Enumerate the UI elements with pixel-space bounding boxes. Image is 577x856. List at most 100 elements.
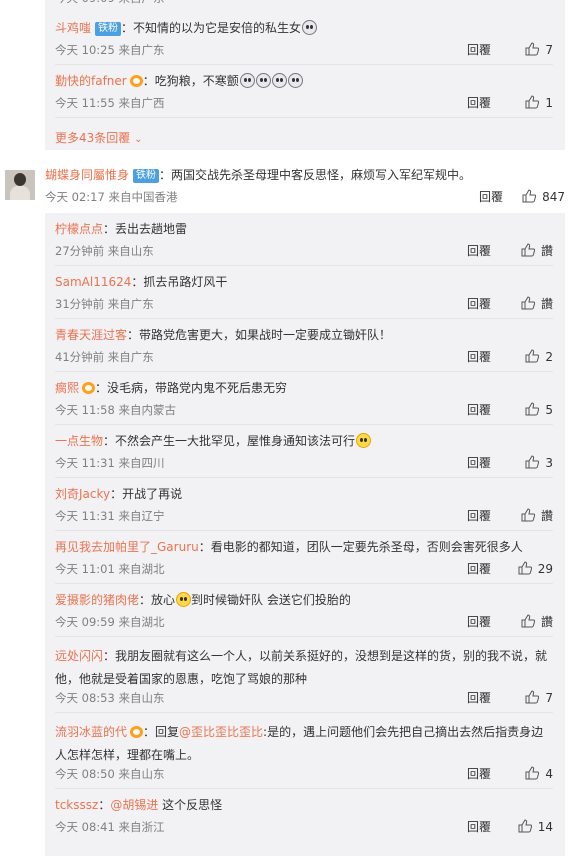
reply-line: 爱摄影的猪肉佬：放心 到时候锄奸队 会送它们投胎的 [55, 592, 351, 608]
reply-button[interactable]: 回覆 [467, 690, 491, 706]
thumbs-up-emoji-icon [356, 433, 372, 448]
reply-line: 瘸熙 ：没毛病，带路党内鬼不死后患无穷 [55, 380, 287, 396]
reply-button[interactable]: 回覆 [479, 189, 503, 205]
divider [55, 583, 553, 584]
comment-thread: 今天 09:09 来自广东 斗鸡嗤铁粉：不知情的以为它是安倍的私生女 今天 10… [0, 0, 577, 856]
like-count: 讚 [540, 244, 553, 258]
reply-meta: 今天 10:25 来自广东 [55, 43, 165, 57]
like-button[interactable]: 讚 [511, 296, 553, 312]
reply-text: ：不知情的以为它是安倍的私生女 [121, 21, 302, 35]
like-button[interactable]: 讚 [511, 243, 553, 259]
reply-text: ：看电影的都知道，团队一定要先杀圣母，否则会害死很多人 [198, 540, 523, 554]
divider [55, 636, 553, 637]
reply-username[interactable]: SamAl11624 [55, 275, 131, 289]
reply-username[interactable]: 柠檬点点 [55, 222, 103, 236]
mention-link[interactable]: @歪比歪比歪比 [179, 725, 263, 739]
previous-replies-panel: 今天 09:09 来自广东 斗鸡嗤铁粉：不知情的以为它是安倍的私生女 今天 10… [45, 0, 565, 150]
reply-username[interactable]: 流羽冰蓝的代 [55, 725, 127, 739]
mention-link[interactable]: @胡锡进 [110, 798, 158, 812]
reply-button[interactable]: 回覆 [467, 296, 491, 312]
thumbs-up-icon [521, 614, 535, 628]
divider [55, 477, 553, 478]
more-replies-link[interactable]: 更多43条回覆 ⌄ [55, 129, 143, 146]
fan-badge: 铁粉 [133, 169, 160, 183]
divider [55, 712, 553, 713]
reply-button[interactable]: 回覆 [467, 42, 491, 58]
thumbs-up-icon [522, 189, 537, 203]
divider [55, 424, 553, 425]
reply-username[interactable]: 斗鸡嗤 [55, 21, 91, 35]
reply-button[interactable]: 回覆 [467, 349, 491, 365]
like-button[interactable]: 1 [511, 95, 553, 111]
reply-line: 青春天涯过客：带路党危害更大，如果战时一定要成立锄奸队！ [55, 327, 391, 343]
like-count: 1 [545, 96, 553, 110]
like-button[interactable]: 5 [511, 402, 553, 418]
reply-text-continued: 这个反思怪 [158, 798, 223, 812]
like-button[interactable]: 讚 [511, 614, 553, 630]
reply-button[interactable]: 回覆 [467, 455, 491, 471]
reply-meta: 41分钟前 来自广东 [55, 350, 154, 364]
like-count: 5 [545, 403, 553, 417]
like-button[interactable]: 847 [522, 189, 565, 205]
main-comment-text: 蝴蝶身同屬惟身 铁粉 ：两国交战先杀圣母理中客反思怪，麻烦写入军纪军规中。 [45, 167, 471, 183]
reply-meta: 今天 11:31 来自四川 [55, 456, 165, 470]
reply-button[interactable]: 回覆 [467, 95, 491, 111]
like-button[interactable]: 7 [511, 690, 553, 706]
reply-username[interactable]: 青春天涯过客 [55, 328, 127, 342]
reply-meta: 今天 09:59 来自湖北 [55, 615, 165, 629]
replies-panel: 柠檬点点：丢出去趟地雷 27分钟前 来自山东 回覆讚 SamAl11624：抓去吊路灯… [45, 213, 565, 856]
reply-button[interactable]: 回覆 [467, 614, 491, 630]
reply-username[interactable]: 一点生物 [55, 434, 103, 448]
reply-line: 流羽冰蓝的代 ：回复@歪比歪比歪比:是的，遇上问题他们会先把自己摘出去然后指责身边… [55, 721, 553, 767]
like-button[interactable]: 讚 [511, 508, 553, 524]
vip-crown-icon [82, 382, 96, 394]
reply-username[interactable]: 爱摄影的猪肉佬 [55, 593, 139, 607]
comment-username[interactable]: 蝴蝶身同屬惟身 [45, 168, 129, 182]
reply-button[interactable]: 回覆 [467, 508, 491, 524]
reply-username[interactable]: 远处闪闪 [55, 649, 103, 663]
reply-meta: 今天 08:53 来自山东 [55, 691, 165, 705]
divider [55, 318, 553, 319]
like-button[interactable]: 4 [511, 766, 553, 782]
like-count: 4 [545, 767, 553, 781]
reply-meta: 今天 11:55 来自广西 [55, 96, 165, 110]
reply-meta: 今天 11:01 来自湖北 [55, 562, 165, 576]
reply-meta: 31分钟前 来自广东 [55, 297, 154, 311]
thumbs-up-icon [521, 243, 535, 257]
reply-username[interactable]: 刘奇Jacky [55, 487, 110, 501]
reply-button[interactable]: 回覆 [467, 561, 491, 577]
reply-text: ： [98, 798, 111, 812]
like-button[interactable]: 29 [511, 561, 553, 577]
reply-text: ：不然会产生一大批罕见，屋惟身通知该法可行 [103, 434, 356, 448]
reply-meta: 27分钟前 来自山东 [55, 244, 154, 258]
like-count: 2 [545, 350, 553, 364]
like-count: 847 [542, 190, 565, 204]
comment-meta: 今天 02:17 来自中国香港 [45, 190, 178, 204]
like-count: 7 [545, 691, 553, 705]
reply-button[interactable]: 回覆 [467, 243, 491, 259]
like-button[interactable]: 3 [511, 455, 553, 471]
like-button[interactable]: 7 [511, 42, 553, 58]
reply-line: 一点生物：不然会产生一大批罕见，屋惟身通知该法可行 [55, 433, 372, 449]
reply-button[interactable]: 回覆 [467, 402, 491, 418]
reply-username[interactable]: tcksssz [55, 798, 98, 812]
reply-button[interactable]: 回覆 [467, 819, 491, 835]
divider [55, 371, 553, 372]
like-count: 29 [537, 562, 553, 576]
reply-username[interactable]: 瘸熙 [55, 381, 79, 395]
emoji-icon [287, 73, 303, 88]
divider [55, 265, 553, 266]
like-button[interactable]: 2 [511, 349, 553, 365]
avatar[interactable] [5, 170, 35, 200]
like-button[interactable]: 14 [511, 819, 553, 835]
emoji-icon [271, 73, 287, 88]
thumbs-up-icon [521, 508, 535, 522]
reply-username[interactable]: 再见我去加帕里了_Garuru [55, 540, 199, 554]
reply-button[interactable]: 回覆 [467, 766, 491, 782]
emoji-icon [239, 73, 255, 88]
thumbs-up-icon [525, 690, 540, 704]
emoji-icon [302, 20, 318, 35]
reply-username[interactable]: 勤快的fafner [55, 74, 127, 88]
more-replies-label: 更多43条回覆 [55, 131, 131, 145]
chevron-down-icon: ⌄ [134, 134, 143, 145]
